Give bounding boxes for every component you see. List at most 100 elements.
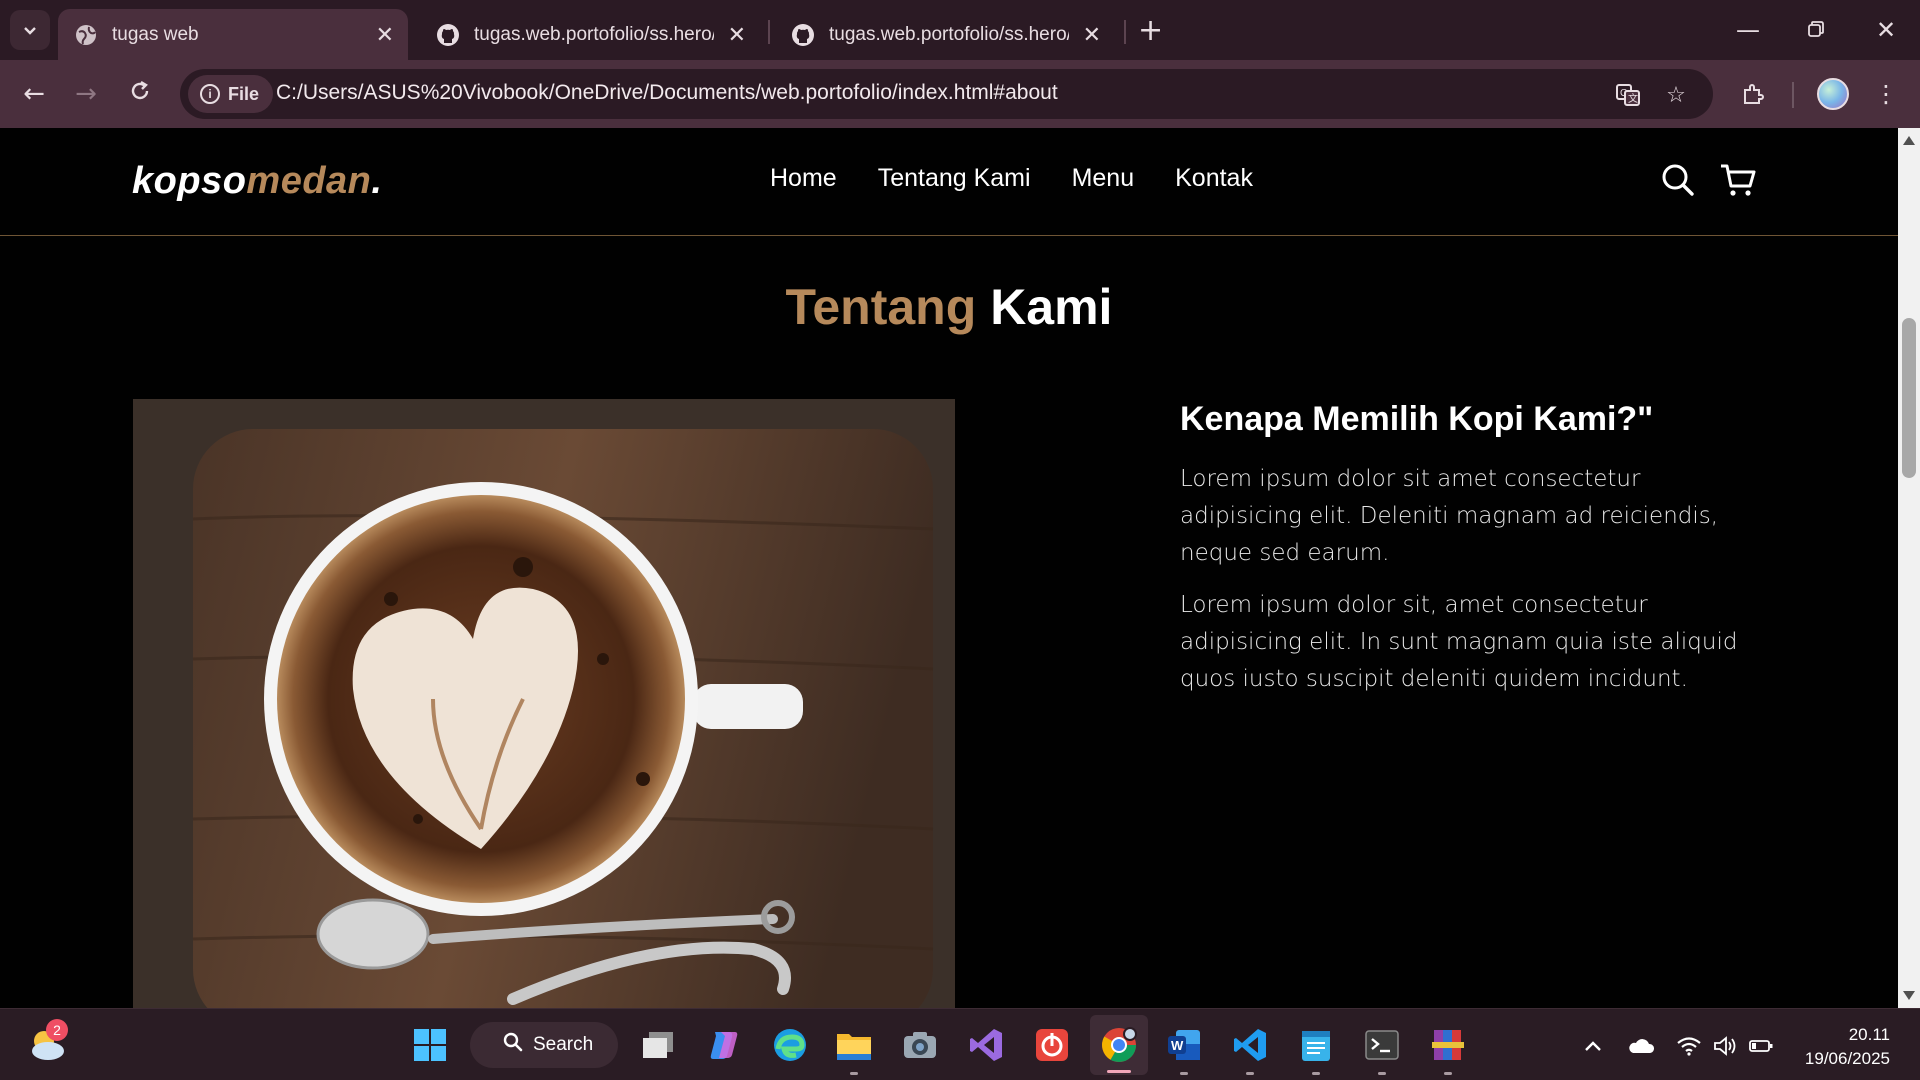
arrow-left-icon: ← [23,79,45,109]
site-logo[interactable]: kopsomedan. [132,160,382,203]
winrar-icon [1432,1030,1464,1060]
scroll-thumb[interactable] [1902,318,1916,478]
vscode-app[interactable] [1228,1023,1272,1075]
windows-taskbar: 2 Search W 20.11 19/06/2025 [0,1008,1920,1080]
running-indicator [1180,1072,1188,1075]
start-button[interactable] [408,1023,452,1067]
terminal-app[interactable] [1360,1023,1404,1075]
tab-active[interactable]: tugas web ✕ [58,9,408,60]
tab-title: tugas web [112,23,199,45]
nav-link-home[interactable]: Home [770,164,837,193]
nav-link-kontak[interactable]: Kontak [1175,164,1253,193]
translate-icon[interactable]: G文 [1614,81,1642,109]
browser-toolbar: ← → i File C:/Users/ASUS%20Vivobook/OneD… [0,60,1920,128]
scroll-down-arrow-icon[interactable] [1903,991,1915,1000]
extensions-icon[interactable] [1735,76,1771,112]
site-info-chip[interactable]: i File [188,75,274,113]
reload-button[interactable] [120,74,160,114]
tab-separator [1124,20,1126,44]
winrar-app[interactable] [1426,1023,1470,1075]
about-content: Kenapa Memilih Kopi Kami?" Lorem ipsum d… [1180,400,1740,713]
close-icon[interactable]: ✕ [1083,22,1101,48]
shopping-cart-icon[interactable] [1716,158,1760,202]
tab-search-button[interactable] [10,10,50,50]
battery-icon[interactable] [1746,1031,1776,1061]
power-app[interactable] [1030,1023,1074,1067]
show-hidden-icons-chevron-icon[interactable] [1578,1031,1608,1061]
address-bar[interactable]: i File C:/Users/ASUS%20Vivobook/OneDrive… [180,69,1713,119]
active-indicator [1107,1070,1131,1073]
wifi-icon[interactable] [1674,1031,1704,1061]
close-icon[interactable]: ✕ [728,22,746,48]
tab-github-1[interactable]: tugas.web.portofolio/ss.hero/Sc ✕ [420,9,760,60]
task-view-button[interactable] [636,1023,680,1067]
terminal-icon [1365,1030,1399,1060]
word-app[interactable]: W [1162,1023,1206,1075]
taskbar-search[interactable]: Search [470,1022,618,1068]
forward-button[interactable]: → [66,74,106,114]
svg-text:文: 文 [1628,92,1638,105]
onedrive-cloud-icon[interactable] [1626,1031,1656,1061]
section-title-accent: Tentang [785,279,977,335]
windows-logo-icon [414,1029,446,1061]
kebab-menu-icon[interactable]: ⋮ [1868,76,1904,112]
running-indicator [850,1072,858,1075]
tab-strip: tugas web ✕ tugas.web.portofolio/ss.hero… [0,0,1920,60]
about-paragraph: Lorem ipsum dolor sit, amet consectetur … [1180,592,1738,692]
file-explorer-app[interactable] [832,1023,876,1075]
scroll-up-arrow-icon[interactable] [1903,136,1915,145]
tab-separator [768,20,770,44]
profile-avatar[interactable] [1817,78,1849,110]
notepad-icon [1302,1031,1330,1061]
edge-app[interactable] [768,1023,812,1067]
site-menu: Home Tentang Kami Menu Kontak [770,164,1253,193]
section-title: Tentang Kami [0,278,1898,336]
notepad-app[interactable] [1294,1023,1338,1075]
folder-icon [837,1034,871,1060]
toolbar-separator [1792,82,1794,108]
tab-github-2[interactable]: tugas.web.portofolio/ss.hero/Sc ✕ [775,9,1115,60]
site-navbar: kopsomedan. Home Tentang Kami Menu Konta… [0,128,1898,236]
restore-icon [1807,16,1825,44]
nav-link-tentang-kami[interactable]: Tentang Kami [878,164,1031,193]
taskbar-clock[interactable]: 20.11 19/06/2025 [1805,1023,1890,1071]
arrow-right-icon: → [75,79,97,109]
search-icon [503,1032,523,1058]
chrome-icon [1102,1027,1137,1062]
chrome-app[interactable] [1090,1015,1148,1075]
close-window-button[interactable]: ✕ [1866,10,1906,50]
running-indicator [1444,1072,1452,1075]
copilot-icon [710,1032,738,1059]
clock-date: 19/06/2025 [1804,1049,1890,1068]
close-icon: ✕ [1875,16,1897,44]
search-icon[interactable] [1656,158,1700,202]
running-indicator [1378,1072,1386,1075]
back-button[interactable]: ← [14,74,54,114]
taskbar-search-label: Search [533,1034,594,1055]
task-view-icon [643,1032,673,1058]
github-icon [436,23,460,47]
tab-title: tugas.web.portofolio/ss.hero/Sc [474,23,714,45]
bookmark-star-icon[interactable]: ☆ [1662,81,1690,109]
copilot-app[interactable] [702,1023,746,1067]
info-icon: i [200,84,220,104]
logo-main: kopso [132,160,247,202]
about-coffee-image [133,399,955,1008]
site-chip-label: File [228,83,260,104]
new-tab-button[interactable]: + [1138,13,1163,48]
close-icon[interactable]: ✕ [376,22,394,48]
word-icon: W [1168,1030,1200,1060]
visual-studio-icon [970,1029,1002,1061]
minimize-icon: — [1736,16,1760,44]
running-indicator [1246,1072,1254,1075]
page-scrollbar[interactable] [1898,128,1920,1008]
minimize-button[interactable]: — [1728,10,1768,50]
weather-badge: 2 [46,1019,68,1041]
visual-studio-app[interactable] [964,1023,1008,1067]
restore-button[interactable] [1796,10,1836,50]
logo-accent: medan [246,160,372,202]
url-text[interactable]: C:/Users/ASUS%20Vivobook/OneDrive/Docume… [276,81,1058,105]
volume-icon[interactable] [1710,1031,1740,1061]
camera-app[interactable] [898,1023,942,1067]
nav-link-menu[interactable]: Menu [1072,164,1135,193]
